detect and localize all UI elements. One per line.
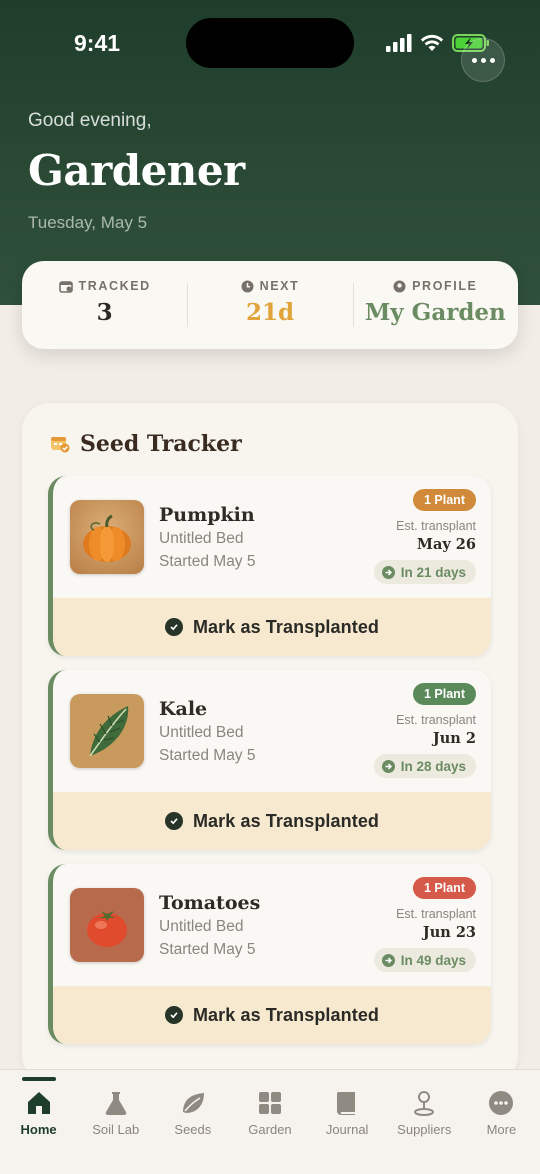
profile-icon bbox=[393, 280, 406, 292]
arrow-right-icon bbox=[381, 565, 395, 579]
dynamic-island bbox=[186, 18, 354, 68]
seed-tracker-title: Seed Tracker bbox=[80, 431, 242, 457]
seed-started: Started May 5 bbox=[159, 941, 256, 958]
stat-label: PROFILE bbox=[412, 279, 478, 293]
mark-transplanted-button[interactable]: Mark as Transplanted bbox=[53, 598, 491, 656]
stat-label-row: NEXT bbox=[241, 279, 300, 293]
seed-bed: Untitled Bed bbox=[159, 918, 244, 935]
tab-label: Home bbox=[20, 1122, 57, 1137]
tab-label: More bbox=[486, 1122, 517, 1137]
mark-transplanted-label: Mark as Transplanted bbox=[192, 1004, 380, 1025]
mark-transplanted-label: Mark as Transplanted bbox=[192, 616, 380, 637]
days-remaining-pill: In 21 days bbox=[373, 560, 476, 584]
tab-more[interactable]: More bbox=[463, 1070, 540, 1174]
seed-bed: Untitled Bed bbox=[159, 530, 244, 547]
tab-label: Garden bbox=[248, 1122, 292, 1137]
stat-label: NEXT bbox=[259, 279, 300, 293]
stat-label-row: PROFILE bbox=[393, 279, 477, 293]
plant-count-badge: 1 Plant bbox=[413, 489, 476, 511]
status-time: 9:41 bbox=[74, 30, 121, 56]
dot bbox=[489, 57, 495, 63]
stat-profile[interactable]: PROFILE My Garden bbox=[352, 261, 518, 349]
seed-name: Kale bbox=[159, 698, 208, 720]
tab-home[interactable]: Home bbox=[0, 1070, 77, 1174]
stat-value: 21d bbox=[245, 299, 295, 326]
check-icon bbox=[164, 1006, 183, 1024]
days-remaining: In 28 days bbox=[400, 758, 466, 774]
plant-count-badge: 1 Plant bbox=[413, 683, 476, 705]
stat-label-row: TRACKED bbox=[58, 279, 151, 293]
page-title: Gardener bbox=[28, 146, 245, 195]
stats-card: TRACKED 3 NEXT 21d PROFILE My Garden bbox=[22, 261, 518, 349]
tab-bar: Home Soil Lab Seeds Garden Journal Suppl… bbox=[0, 1069, 540, 1174]
stat-label: TRACKED bbox=[78, 279, 151, 293]
stat-next[interactable]: NEXT 21d bbox=[187, 261, 352, 349]
est-transplant-date: Jun 23 bbox=[422, 924, 476, 941]
days-remaining-pill: In 49 days bbox=[373, 948, 476, 972]
map-pin-icon bbox=[414, 1091, 435, 1116]
grid-icon bbox=[258, 1092, 281, 1114]
tab-seeds[interactable]: Seeds bbox=[154, 1070, 231, 1174]
mark-transplanted-button[interactable]: Mark as Transplanted bbox=[53, 792, 491, 850]
plant-count-badge: 1 Plant bbox=[413, 877, 476, 899]
mark-transplanted-label: Mark as Transplanted bbox=[192, 810, 380, 831]
header: 9:41 Good evening, Gardener Tuesday, May… bbox=[0, 0, 540, 305]
flask-icon bbox=[105, 1092, 126, 1116]
home-icon bbox=[27, 1092, 50, 1114]
signal-icon bbox=[386, 34, 412, 52]
days-remaining-pill: In 28 days bbox=[373, 754, 476, 778]
status-bar: 9:41 bbox=[0, 0, 540, 90]
check-icon bbox=[164, 812, 183, 830]
tab-label: Suppliers bbox=[397, 1122, 452, 1137]
stat-value: 3 bbox=[96, 299, 113, 326]
leaf-icon bbox=[182, 1093, 204, 1113]
tab-garden[interactable]: Garden bbox=[231, 1070, 308, 1174]
arrow-right-icon bbox=[381, 953, 395, 967]
days-remaining: In 21 days bbox=[400, 564, 466, 580]
est-transplant-label: Est. transplant bbox=[396, 713, 476, 727]
current-date: Tuesday, May 5 bbox=[28, 213, 148, 232]
mark-transplanted-button[interactable]: Mark as Transplanted bbox=[53, 986, 491, 1044]
book-icon bbox=[337, 1092, 356, 1115]
tomato-image bbox=[70, 888, 144, 962]
kale-image bbox=[70, 694, 144, 768]
greeting: Good evening, bbox=[28, 110, 152, 131]
days-remaining: In 49 days bbox=[400, 952, 466, 968]
wifi-icon bbox=[420, 34, 444, 51]
tab-soil-lab[interactable]: Soil Lab bbox=[77, 1070, 154, 1174]
clock-icon bbox=[241, 280, 254, 292]
tab-suppliers[interactable]: Suppliers bbox=[386, 1070, 463, 1174]
est-transplant-date: May 26 bbox=[416, 536, 476, 553]
pumpkin-image bbox=[70, 500, 144, 574]
stat-value: My Garden bbox=[364, 299, 506, 326]
seed-bed: Untitled Bed bbox=[159, 724, 244, 741]
seed-card-kale[interactable]: Kale Untitled Bed Started May 5 1 Plant … bbox=[48, 670, 491, 850]
seed-name: Pumpkin bbox=[159, 504, 255, 526]
dot bbox=[471, 57, 477, 63]
seed-tracker-icon bbox=[51, 437, 70, 453]
seed-started: Started May 5 bbox=[159, 553, 256, 570]
seed-tracker-panel: Seed Tracker Pumpkin Untitled Bed Starte… bbox=[22, 403, 518, 1083]
check-icon bbox=[164, 618, 183, 636]
seed-card-tomatoes[interactable]: Tomatoes Untitled Bed Started May 5 1 Pl… bbox=[48, 864, 491, 1044]
seed-started: Started May 5 bbox=[159, 747, 256, 764]
seed-name: Tomatoes bbox=[159, 892, 261, 914]
dot bbox=[480, 57, 486, 63]
overflow-menu-button[interactable] bbox=[461, 38, 505, 82]
est-transplant-label: Est. transplant bbox=[396, 519, 476, 533]
seed-tracker-header: Seed Tracker bbox=[50, 431, 242, 457]
tab-label: Soil Lab bbox=[92, 1122, 140, 1137]
tab-journal[interactable]: Journal bbox=[309, 1070, 386, 1174]
active-tab-indicator bbox=[21, 1077, 56, 1081]
est-transplant-label: Est. transplant bbox=[396, 907, 476, 921]
seed-card-pumpkin[interactable]: Pumpkin Untitled Bed Started May 5 1 Pla… bbox=[48, 476, 491, 656]
more-icon bbox=[489, 1091, 514, 1115]
calendar-icon bbox=[58, 280, 73, 293]
arrow-right-icon bbox=[381, 759, 395, 773]
tab-label: Seeds bbox=[174, 1122, 212, 1137]
tab-label: Journal bbox=[325, 1122, 369, 1137]
est-transplant-date: Jun 2 bbox=[432, 730, 476, 747]
stat-tracked[interactable]: TRACKED 3 bbox=[22, 261, 187, 349]
